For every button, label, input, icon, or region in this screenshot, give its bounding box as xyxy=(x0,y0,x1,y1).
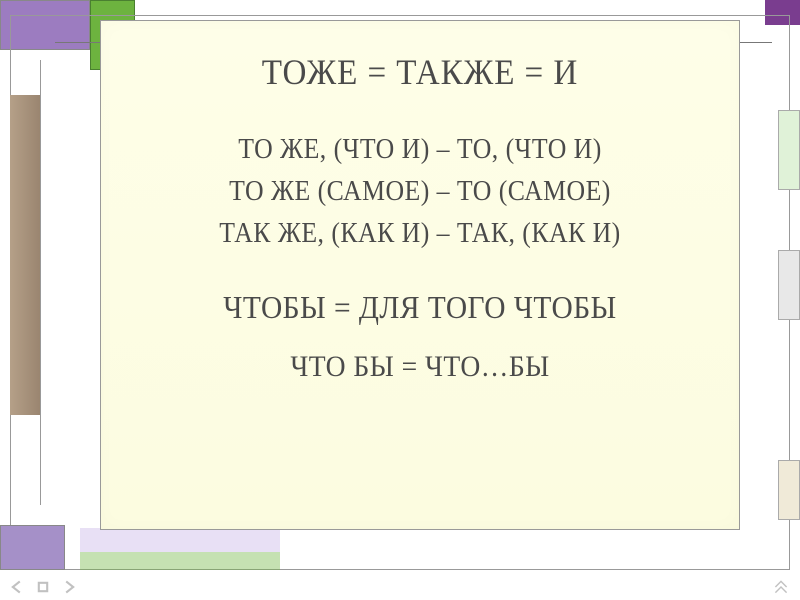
nav-home-icon[interactable] xyxy=(36,580,50,594)
decoration-bottom-green xyxy=(80,552,280,570)
nav-prev-icon[interactable] xyxy=(10,580,24,594)
decoration-bottom-lilac xyxy=(80,528,280,552)
expand-icon[interactable] xyxy=(774,580,788,594)
slide-title: ТОЖЕ = ТАКЖЕ = И xyxy=(149,51,692,93)
decoration-bottom-left xyxy=(0,525,65,570)
slide-footer: ЧТО БЫ = ЧТО…БЫ xyxy=(149,350,692,384)
rule-line-1: ТО ЖЕ, (ЧТО И) – ТО, (ЧТО И) xyxy=(149,129,692,171)
frame-left-line xyxy=(40,60,41,505)
decoration-right-2 xyxy=(778,250,800,320)
slide-panel: ТОЖЕ = ТАКЖЕ = И ТО ЖЕ, (ЧТО И) – ТО, (Ч… xyxy=(100,20,740,530)
rules-group: ТО ЖЕ, (ЧТО И) – ТО, (ЧТО И) ТО ЖЕ (САМО… xyxy=(125,129,715,255)
nav-controls xyxy=(10,580,76,594)
slide-subtitle: ЧТОБЫ = ДЛЯ ТОГО ЧТОБЫ xyxy=(149,289,692,326)
decoration-left-brown xyxy=(10,95,40,415)
rule-line-3: ТАК ЖЕ, (КАК И) – ТАК, (КАК И) xyxy=(149,213,692,255)
decoration-right-3 xyxy=(778,460,800,520)
decoration-right-1 xyxy=(778,110,800,190)
nav-next-icon[interactable] xyxy=(62,580,76,594)
rule-line-2: ТО ЖЕ (САМОЕ) – ТО (САМОЕ) xyxy=(149,171,692,213)
